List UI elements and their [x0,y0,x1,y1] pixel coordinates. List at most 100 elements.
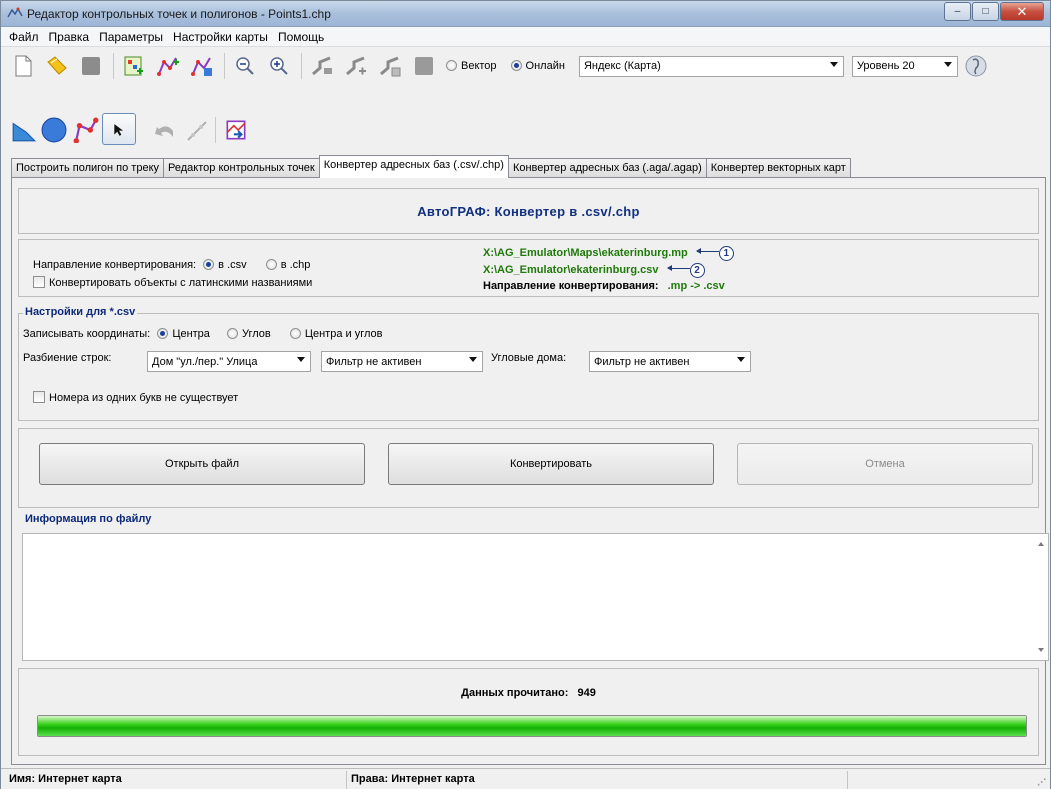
window-title: Редактор контрольных точек и полигонов -… [27,7,331,21]
file-info-legend: Информация по файлу [23,513,154,525]
menu-parameters[interactable]: Параметры [99,30,163,44]
radio-coords-corners-label: Углов [241,328,271,340]
actions-box: Открыть файл Конвертировать Отмена [18,428,1039,508]
status-bar: Имя: Интернет карта Права: Интернет карт… [1,768,1050,789]
route-icon[interactable] [310,54,334,78]
tab-address-converter-csv[interactable]: Конвертер адресных баз (.csv/.chp) [318,155,509,178]
chevron-down-icon [829,61,838,67]
open-folder-icon[interactable] [45,54,69,78]
direction-box: Направление конвертирования: в .csv в .c… [18,239,1039,297]
menu-help[interactable]: Помощь [278,30,324,44]
drawing-toolbar [1,107,1050,151]
circle-tool-icon[interactable] [41,117,67,143]
split-label: Разбиение строк: [23,352,112,364]
progress-fill [38,716,1026,736]
cut-line-icon[interactable] [185,119,209,143]
coords-row: Записывать координаты: Центра Углов Цент… [23,328,382,340]
route-delete-icon[interactable] [378,54,402,78]
menu-file[interactable]: Файл [9,30,39,44]
tab-vector-map-converter[interactable]: Конвертер векторных карт [705,158,851,178]
radio-online[interactable]: Онлайн [510,60,565,72]
latin-names-checkbox[interactable] [33,276,45,288]
latin-names-label: Конвертировать объекты с латинскими назв… [49,277,313,289]
toolbar-separator [215,117,216,143]
radio-coords-both[interactable] [289,328,301,339]
callout-arrow-icon [695,248,719,254]
undo-icon[interactable] [153,119,177,143]
tab-strip: Построить полигон по треку Редактор конт… [11,155,851,178]
edit-points-icon[interactable] [190,54,214,78]
tab-checkpoint-editor[interactable]: Редактор контрольных точек [163,158,320,178]
grid-map-icon[interactable] [122,54,146,78]
direction-label: Направление конвертирования: [33,259,197,271]
direction-summary: Направление конвертирования: .mp -> .csv [483,280,725,292]
letters-label: Номера из одних букв не существует [49,392,239,404]
target-path: X:\AG_Emulator\ekaterinburg.csv [483,264,659,276]
corner-label: Угловые дома: [491,352,567,364]
toolbar-separator [113,53,114,79]
radio-to-csv-label: в .csv [218,259,247,271]
direction-summary-label: Направление конвертирования: [483,280,659,292]
zoom-out-icon[interactable] [233,54,257,78]
zoom-in-icon[interactable] [267,54,291,78]
polygon-tool-icon[interactable] [11,117,37,143]
status-rights: Права: Интернет карта [351,773,475,785]
convert-button[interactable]: Конвертировать [388,443,714,485]
close-button[interactable]: ✕ [1000,2,1044,21]
minimize-button[interactable]: – [944,2,971,21]
split-select[interactable]: Дом "ул./пер." Улица [147,351,311,372]
tab-polygon-by-track[interactable]: Построить полигон по треку [11,158,165,178]
status-name: Имя: Интернет карта [9,773,122,785]
progress-box: Данных прочитано: 949 [18,668,1039,756]
export-icon[interactable] [223,117,249,143]
resize-grip-icon[interactable]: ⋰ [1037,777,1046,788]
menu-bar: Файл Правка Параметры Настройки карты По… [1,27,1050,47]
route-add-icon[interactable] [344,54,368,78]
radio-coords-corners[interactable] [226,328,238,339]
add-point-icon[interactable] [156,54,180,78]
callout-arrow-icon [666,265,690,271]
main-toolbar: Вектор Онлайн Яндекс (Карта) Уровень 20 [1,48,1050,84]
radio-coords-both-label: Центра и углов [304,328,383,340]
radio-to-chp[interactable] [265,259,277,270]
title-bar[interactable]: Редактор контрольных точек и полигонов -… [1,1,1050,27]
globe-icon[interactable] [964,54,988,78]
menu-edit[interactable]: Правка [49,30,90,44]
split-value: Дом "ул./пер." Улица [152,355,258,368]
open-file-button[interactable]: Открыть файл [39,443,365,485]
tab-panel: АвтоГРАФ: Конвертер в .csv/.chp Направле… [11,177,1049,765]
radio-to-chp-label: в .chp [280,259,311,271]
letters-checkbox[interactable] [33,391,45,403]
save-icon[interactable] [79,54,103,78]
tab-address-converter-aga[interactable]: Конвертер адресных баз (.aga/.agap) [507,158,707,178]
map-source-select[interactable]: Яндекс (Карта) [578,55,844,77]
radio-to-csv[interactable] [203,259,215,270]
progress-label: Данных прочитано: [461,687,569,699]
radio-coords-center-label: Центра [172,328,210,340]
menu-map-settings[interactable]: Настройки карты [173,30,268,44]
letters-option[interactable]: Номера из одних букв не существует [33,391,238,404]
new-file-icon[interactable] [11,54,35,78]
polyline-tool-icon[interactable] [73,117,99,143]
filter-select[interactable]: Фильтр не активен [321,351,483,372]
chevron-down-icon [297,357,305,362]
file-info-textarea[interactable] [22,533,1049,661]
radio-coords-center[interactable] [157,328,169,339]
source-path-row: X:\AG_Emulator\Maps\ekaterinburg.mp 1 [483,246,734,261]
cursor-arrow-icon [114,124,124,136]
progress-status: Данных прочитано: 949 [19,687,1038,699]
select-tool-button[interactable] [102,113,136,145]
radio-vector[interactable]: Вектор [446,60,497,72]
scroll-up-icon[interactable] [1038,542,1044,546]
radio-vector-dot[interactable] [446,60,457,71]
latin-names-option[interactable]: Конвертировать объекты с латинскими назв… [33,276,312,289]
direction-summary-value: .mp -> .csv [667,280,725,292]
radio-online-dot[interactable] [510,60,522,71]
scroll-down-icon[interactable] [1038,648,1044,652]
save-disabled-icon[interactable] [412,54,436,78]
maximize-button[interactable]: □ [972,2,999,21]
corner-select[interactable]: Фильтр не активен [589,351,751,372]
cancel-button[interactable]: Отмена [737,443,1033,485]
header-box: АвтоГРАФ: Конвертер в .csv/.chp [18,188,1039,234]
zoom-level-select[interactable]: Уровень 20 [851,55,958,77]
